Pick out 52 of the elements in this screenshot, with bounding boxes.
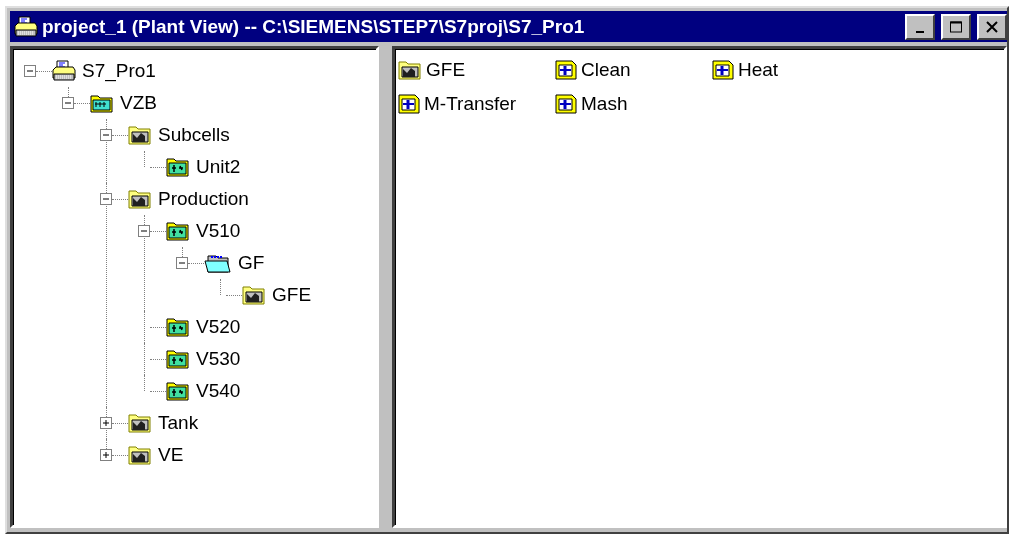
computer-icon (52, 60, 76, 82)
object-item[interactable]: M-Transfer (424, 93, 517, 115)
collapse-box[interactable] (100, 193, 112, 205)
tree-item[interactable]: GF (238, 252, 265, 274)
minimize-icon (916, 30, 924, 33)
computer-icon (14, 15, 38, 38)
object-item[interactable]: Clean (581, 59, 631, 81)
collapse-box[interactable] (24, 65, 36, 77)
object-item[interactable]: Heat (738, 59, 779, 81)
folder-icon (128, 188, 152, 210)
close-icon (985, 19, 999, 34)
open-folder-icon (204, 252, 232, 274)
collapse-box[interactable] (100, 129, 112, 141)
maximize-icon (949, 19, 963, 34)
tree-item[interactable]: VE (158, 444, 184, 466)
window-title: project_1 (Plant View) -- C:\SIEMENS\STEP7\S7proj\S7_Pro1 (42, 15, 586, 38)
tree-item[interactable]: Subcells (158, 124, 230, 146)
tree-item[interactable]: Production (158, 188, 249, 210)
close-button[interactable] (977, 13, 1007, 40)
folder-icon (242, 284, 266, 306)
expand-box[interactable] (100, 417, 112, 429)
folder-icon (128, 124, 152, 146)
tree-item[interactable]: V530 (196, 348, 241, 370)
collapse-box[interactable] (138, 225, 150, 237)
collapse-box[interactable] (176, 257, 188, 269)
tree-item[interactable]: V540 (196, 380, 241, 402)
tree-item[interactable]: S7_Pro1 (82, 60, 156, 82)
folder-icon (166, 380, 190, 402)
folder-icon (166, 316, 190, 338)
tree-item[interactable]: Unit2 (196, 156, 241, 178)
tree-item[interactable]: GFE (272, 284, 312, 306)
tree-item[interactable]: V510 (196, 220, 241, 242)
object-item[interactable]: GFE (426, 59, 466, 81)
block-icon (555, 94, 577, 114)
folder-icon (166, 348, 190, 370)
expand-box[interactable] (100, 449, 112, 461)
object-item[interactable]: Mash (581, 93, 628, 115)
tree-item[interactable]: V520 (196, 316, 241, 338)
folder-icon (90, 92, 114, 114)
block-icon (398, 94, 420, 114)
maximize-button[interactable] (941, 13, 971, 40)
tree-item[interactable]: VZB (120, 92, 157, 114)
block-icon (712, 60, 734, 80)
folder-icon (128, 444, 152, 466)
collapse-box[interactable] (62, 97, 74, 109)
minimize-button[interactable] (905, 13, 935, 40)
folder-icon (398, 59, 422, 81)
folder-icon (128, 412, 152, 434)
folder-icon (166, 220, 190, 242)
tree-item[interactable]: Tank (158, 412, 199, 434)
block-icon (555, 60, 577, 80)
folder-icon (166, 156, 190, 178)
